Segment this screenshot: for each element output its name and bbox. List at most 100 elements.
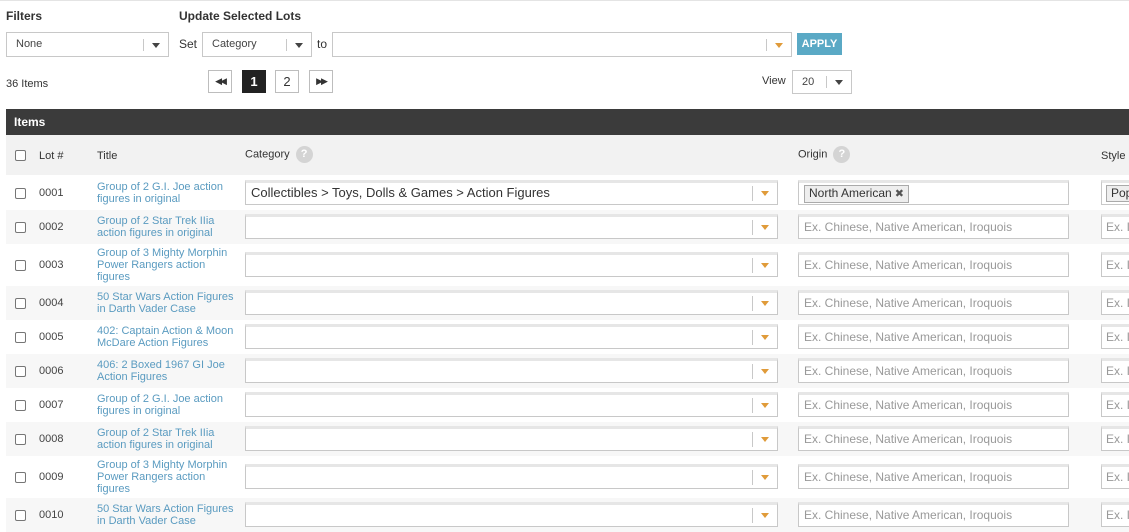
style-field[interactable]: Ex. I — [1101, 426, 1129, 451]
origin-field[interactable]: Ex. Chinese, Native American, Iroquois — [798, 502, 1069, 527]
row-checkbox[interactable] — [15, 260, 26, 271]
select-all-checkbox[interactable] — [15, 150, 26, 161]
update-value-select[interactable] — [332, 32, 792, 57]
style-placeholder: Ex. I — [1106, 258, 1129, 272]
row-checkbox[interactable] — [15, 188, 26, 199]
lot-number: 0009 — [39, 471, 64, 483]
origin-field[interactable]: Ex. Chinese, Native American, Iroquois — [798, 464, 1069, 489]
style-field[interactable]: Ex. I — [1101, 392, 1129, 417]
table-row: 0008 Group of 2 Star Trek IIia action fig… — [6, 422, 1129, 456]
style-field[interactable]: Ex. I — [1101, 290, 1129, 315]
help-icon[interactable]: ? — [295, 146, 313, 163]
style-field[interactable]: Ex. I — [1101, 214, 1129, 239]
origin-placeholder: Ex. Chinese, Native American, Iroquois — [804, 398, 1013, 412]
origin-tag-label: North American — [809, 186, 892, 200]
category-value: Collectibles > Toys, Dolls & Games > Act… — [251, 185, 550, 200]
category-select[interactable] — [245, 358, 778, 383]
lot-number: 0006 — [39, 365, 64, 377]
close-icon[interactable]: ✖ — [895, 188, 904, 200]
filters-selected-value: None — [16, 38, 43, 50]
origin-field[interactable]: Ex. Chinese, Native American, Iroquois — [798, 358, 1069, 383]
category-select[interactable] — [245, 214, 778, 239]
style-field[interactable]: Ex. I — [1101, 252, 1129, 277]
update-field-select[interactable]: Category — [202, 32, 312, 57]
chevron-down-icon — [761, 475, 769, 480]
origin-field[interactable]: Ex. Chinese, Native American, Iroquois — [798, 290, 1069, 315]
lot-title-link[interactable]: Group of 2 Star Trek IIia action figures… — [97, 427, 237, 451]
table-header: Lot # Title Category? Origin? Style — [6, 135, 1129, 175]
style-field[interactable]: Pop — [1101, 180, 1129, 205]
style-placeholder: Ex. I — [1106, 432, 1129, 446]
origin-field[interactable]: Ex. Chinese, Native American, Iroquois — [798, 426, 1069, 451]
chevron-down-icon — [152, 43, 160, 48]
origin-placeholder: Ex. Chinese, Native American, Iroquois — [804, 508, 1013, 522]
category-select[interactable] — [245, 464, 778, 489]
table-row: 0003 Group of 3 Mighty Morphin Power Rang… — [6, 244, 1129, 286]
row-checkbox[interactable] — [15, 366, 26, 377]
style-field[interactable]: Ex. I — [1101, 464, 1129, 489]
first-page-button[interactable]: ◀◀ — [208, 70, 232, 93]
origin-placeholder: Ex. Chinese, Native American, Iroquois — [804, 258, 1013, 272]
origin-field[interactable]: Ex. Chinese, Native American, Iroquois — [798, 252, 1069, 277]
origin-placeholder: Ex. Chinese, Native American, Iroquois — [804, 330, 1013, 344]
select-divider — [286, 39, 287, 51]
table-row: 0001 Group of 2 G.I. Joe action figures i… — [6, 176, 1129, 210]
style-field[interactable]: Ex. I — [1101, 358, 1129, 383]
style-placeholder: Ex. I — [1106, 220, 1129, 234]
row-checkbox[interactable] — [15, 434, 26, 445]
category-select[interactable]: Collectibles > Toys, Dolls & Games > Act… — [245, 180, 778, 205]
origin-field[interactable]: Ex. Chinese, Native American, Iroquois — [798, 392, 1069, 417]
table-row: 0010 50 Star Wars Action Figures in Darth… — [6, 498, 1129, 532]
page-1-button[interactable]: 1 — [242, 70, 266, 93]
style-field[interactable]: Ex. I — [1101, 502, 1129, 527]
lot-title-link[interactable]: Group of 3 Mighty Morphin Power Rangers … — [97, 247, 237, 283]
chevron-down-icon — [761, 191, 769, 196]
chevron-down-icon — [761, 369, 769, 374]
style-placeholder: Ex. I — [1106, 398, 1129, 412]
lot-title-link[interactable]: 50 Star Wars Action Figures in Darth Vad… — [97, 291, 237, 315]
style-field[interactable]: Ex. I — [1101, 324, 1129, 349]
category-select[interactable] — [245, 324, 778, 349]
lot-title-link[interactable]: 406: 2 Boxed 1967 GI Joe Action Figures — [97, 359, 237, 383]
origin-field[interactable]: Ex. Chinese, Native American, Iroquois — [798, 214, 1069, 239]
lot-title-link[interactable]: 50 Star Wars Action Figures in Darth Vad… — [97, 503, 237, 527]
category-select[interactable] — [245, 252, 778, 277]
page-size-select[interactable]: 20 — [792, 70, 852, 94]
lot-column-header: Lot # — [39, 150, 64, 162]
origin-field[interactable]: North American ✖ — [798, 180, 1069, 205]
origin-field[interactable]: Ex. Chinese, Native American, Iroquois — [798, 324, 1069, 349]
select-divider — [752, 186, 753, 201]
row-checkbox[interactable] — [15, 472, 26, 483]
apply-button[interactable]: APPLY — [797, 33, 842, 55]
row-checkbox[interactable] — [15, 400, 26, 411]
select-divider — [752, 508, 753, 523]
filters-select[interactable]: None — [6, 32, 169, 57]
last-page-button[interactable]: ▶▶ — [309, 70, 333, 93]
category-select[interactable] — [245, 426, 778, 451]
row-checkbox[interactable] — [15, 298, 26, 309]
help-icon[interactable]: ? — [833, 146, 851, 163]
select-divider — [752, 470, 753, 485]
category-select[interactable] — [245, 502, 778, 527]
chevron-down-icon — [761, 263, 769, 268]
lot-title-link[interactable]: 402: Captain Action & Moon McDare Action… — [97, 325, 237, 349]
lot-title-link[interactable]: Group of 3 Mighty Morphin Power Rangers … — [97, 459, 237, 495]
lot-title-link[interactable]: Group of 2 G.I. Joe action figures in or… — [97, 393, 237, 417]
chevron-down-icon — [761, 513, 769, 518]
chevron-down-icon — [761, 335, 769, 340]
style-placeholder: Ex. I — [1106, 364, 1129, 378]
origin-placeholder: Ex. Chinese, Native American, Iroquois — [804, 296, 1013, 310]
lot-title-link[interactable]: Group of 2 Star Trek IIia action figures… — [97, 215, 237, 239]
lot-number: 0004 — [39, 297, 64, 309]
title-column-header: Title — [97, 150, 118, 162]
lot-title-link[interactable]: Group of 2 G.I. Joe action figures in or… — [97, 181, 237, 205]
items-panel-header: Items — [6, 109, 1129, 135]
page-2-button[interactable]: 2 — [275, 70, 299, 93]
category-select[interactable] — [245, 392, 778, 417]
row-checkbox[interactable] — [15, 510, 26, 521]
row-checkbox[interactable] — [15, 222, 26, 233]
category-select[interactable] — [245, 290, 778, 315]
item-count: 36 Items — [6, 78, 49, 90]
row-checkbox[interactable] — [15, 332, 26, 343]
style-tag: Pop — [1106, 185, 1129, 202]
